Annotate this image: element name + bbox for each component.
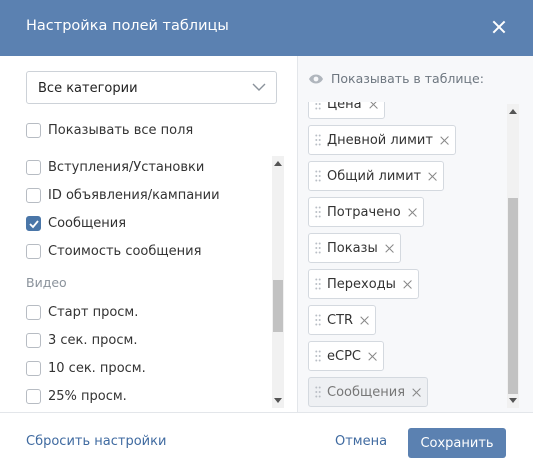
list-item[interactable]: Вступления/Установки [26, 158, 204, 176]
field-list-scrollbar[interactable] [272, 156, 284, 408]
chip-list-scrollbar[interactable] [507, 104, 519, 408]
field-checkbox[interactable] [26, 243, 41, 259]
chip-label: Общий лимит [327, 168, 422, 184]
drag-handle-icon[interactable] [315, 278, 321, 290]
field-checkbox[interactable] [26, 360, 41, 376]
field-picker-panel: Все категории Показывать все поля Вступл… [0, 56, 297, 412]
remove-chip-icon[interactable] [360, 316, 369, 325]
chip[interactable]: Дневной лимит [308, 125, 456, 155]
scrollbar-thumb[interactable] [508, 198, 518, 394]
field-checkbox[interactable] [26, 159, 41, 175]
list-item[interactable]: 3 сек. просм. [26, 331, 137, 349]
show-all-label: Показывать все поля [48, 122, 194, 138]
remove-chip-icon[interactable] [412, 388, 421, 397]
reset-settings-link[interactable]: Сбросить настройки [26, 434, 166, 449]
field-checkbox[interactable] [26, 187, 41, 203]
field-checkbox-checked[interactable] [26, 215, 41, 231]
list-item[interactable]: 25% просм. [26, 387, 127, 405]
field-checkbox[interactable] [26, 332, 41, 348]
chip[interactable]: CTR [308, 305, 377, 335]
chip[interactable]: Переходы [308, 269, 419, 299]
list-item[interactable]: Старт просм. [26, 303, 138, 321]
shown-fields-heading-text: Показывать в таблице: [331, 71, 484, 86]
chip[interactable]: eCPC [308, 341, 384, 371]
shown-fields-panel: Показывать в таблице: Цена Дневной лимит… [297, 56, 533, 412]
chip-list: Цена Дневной лимит Общий лимит Потрачено… [298, 102, 533, 408]
field-label: Вступления/Установки [48, 159, 205, 175]
list-item[interactable]: Сообщения [26, 214, 126, 232]
category-select[interactable]: Все категории [26, 71, 277, 104]
drag-handle-icon[interactable] [315, 134, 321, 146]
dialog-title: Настройка полей таблицы [26, 18, 229, 34]
remove-chip-icon[interactable] [385, 244, 394, 253]
chip-label: Переходы [327, 276, 396, 292]
list-item[interactable]: ID объявления/кампании [26, 186, 220, 204]
drag-handle-icon[interactable] [315, 206, 321, 218]
scroll-down-arrow-icon[interactable] [274, 398, 282, 403]
chip-label: CTR [327, 312, 354, 328]
list-item[interactable]: Стоимость сообщения [26, 242, 201, 260]
field-checkbox[interactable] [26, 388, 41, 404]
dialog-footer: Сбросить настройки Отмена Сохранить [0, 412, 533, 473]
chip-label: eCPC [327, 348, 361, 364]
checkmark-icon [29, 219, 39, 228]
chip-label: Показы [327, 240, 378, 256]
field-label: 10 сек. просм. [48, 360, 146, 376]
shown-fields-heading: Показывать в таблице: [308, 71, 484, 86]
remove-chip-icon[interactable] [369, 102, 378, 109]
chip-label: Потрачено [327, 204, 401, 220]
scroll-down-arrow-icon[interactable] [509, 398, 517, 403]
remove-chip-icon[interactable] [403, 280, 412, 289]
scrollbar-thumb[interactable] [273, 280, 283, 332]
cancel-button[interactable]: Отмена [335, 434, 387, 449]
save-button[interactable]: Сохранить [408, 428, 506, 458]
field-checkbox[interactable] [26, 304, 41, 320]
chevron-down-icon [252, 83, 266, 91]
eye-icon [309, 74, 323, 83]
dialog-header: Настройка полей таблицы [0, 0, 533, 56]
field-label: Сообщения [48, 215, 127, 231]
remove-chip-icon[interactable] [428, 172, 437, 181]
scroll-up-arrow-icon[interactable] [274, 161, 282, 166]
field-label: 25% просм. [48, 388, 127, 404]
group-label-video: Видео [26, 275, 67, 290]
drag-handle-icon[interactable] [315, 350, 321, 362]
show-all-checkbox[interactable] [26, 122, 41, 138]
chip-label: Цена [327, 102, 362, 112]
list-item[interactable]: 10 сек. просм. [26, 359, 146, 377]
chip[interactable]: Сообщения [308, 377, 429, 407]
category-select-value: Все категории [38, 81, 138, 96]
remove-chip-icon[interactable] [440, 136, 449, 145]
drag-handle-icon[interactable] [315, 242, 321, 254]
remove-chip-icon[interactable] [368, 352, 377, 361]
remove-chip-icon[interactable] [408, 208, 417, 217]
chip[interactable]: Показы [308, 233, 401, 263]
chip[interactable]: Общий лимит [308, 161, 445, 191]
chip-label: Дневной лимит [327, 132, 433, 148]
show-all-row[interactable]: Показывать все поля [26, 121, 193, 139]
chip[interactable]: Цена [308, 102, 385, 119]
field-label: ID объявления/кампании [48, 187, 220, 203]
chip[interactable]: Потрачено [308, 197, 424, 227]
field-label: Стоимость сообщения [48, 243, 202, 259]
close-icon[interactable] [490, 18, 508, 36]
drag-handle-icon[interactable] [315, 102, 321, 110]
drag-handle-icon[interactable] [315, 386, 321, 398]
drag-handle-icon[interactable] [315, 314, 321, 326]
field-list: Вступления/Установки ID объявления/кампа… [0, 152, 297, 412]
scroll-up-arrow-icon[interactable] [509, 109, 517, 114]
drag-handle-icon[interactable] [315, 170, 321, 182]
field-label: Старт просм. [48, 304, 139, 320]
chip-label: Сообщения [327, 384, 406, 400]
field-label: 3 сек. просм. [48, 332, 138, 348]
